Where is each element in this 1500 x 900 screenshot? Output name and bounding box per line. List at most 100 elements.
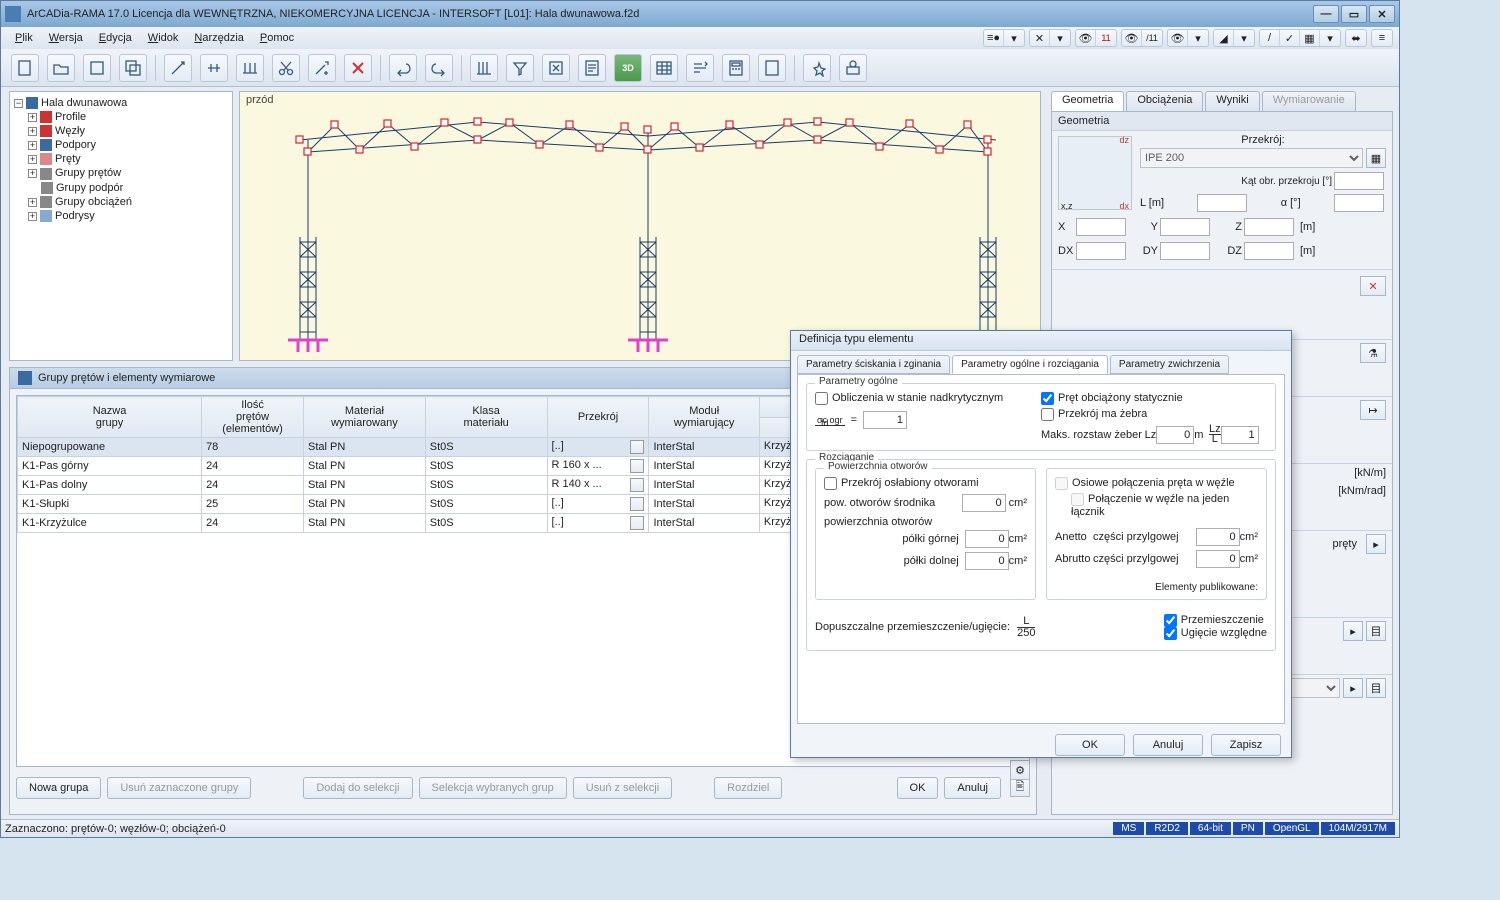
redo-button[interactable] xyxy=(425,54,453,82)
dialog-ok-button[interactable]: OK xyxy=(1055,734,1125,756)
tree-item[interactable]: Grupy podpór xyxy=(56,182,123,194)
single-conn-check[interactable]: Połączenie w węźle na jeden łącznik xyxy=(1071,493,1258,518)
select-groups-button[interactable]: Selekcja wybranych grup xyxy=(419,777,567,799)
section-select[interactable]: IPE 200 xyxy=(1140,148,1363,168)
tool-settings[interactable] xyxy=(803,54,831,82)
remove-selection-button[interactable]: Usuń z selekcji xyxy=(573,777,672,799)
view-toggle-7[interactable]: / xyxy=(1260,30,1280,46)
expand-icon[interactable]: + xyxy=(28,113,37,122)
holes-check[interactable]: Przekrój osłabiony otworami xyxy=(824,478,979,489)
tree-item[interactable]: Pręty xyxy=(55,153,81,165)
deflection-check[interactable]: Ugięcie względne xyxy=(1164,628,1267,639)
menu-pomoc[interactable]: Pomoc xyxy=(252,30,302,46)
view-toggle-6-dd[interactable]: ▾ xyxy=(1234,30,1254,46)
view-toggle-8[interactable]: ⬌ xyxy=(1346,30,1366,46)
minimize-button[interactable]: — xyxy=(1313,5,1339,23)
open-file-button[interactable] xyxy=(47,54,75,82)
cell-edit-button[interactable] xyxy=(630,459,644,473)
view-toggle-1-dd[interactable]: ▾ xyxy=(1004,30,1024,46)
z-input[interactable] xyxy=(1244,218,1294,236)
model-viewport[interactable]: przód xyxy=(239,91,1041,361)
dtab-2[interactable]: Parametry ogólne i rozciągania xyxy=(952,355,1108,374)
list-button-2[interactable]: 目 xyxy=(1366,621,1386,641)
cell-edit-button[interactable] xyxy=(630,516,644,530)
menu-wersja[interactable]: Wersja xyxy=(41,30,91,46)
cell-edit-button[interactable] xyxy=(630,440,644,454)
dtab-3[interactable]: Parametry zwichrzenia xyxy=(1110,355,1229,374)
save-as-button[interactable] xyxy=(119,54,147,82)
view-toggle-4-sub[interactable]: /11 xyxy=(1142,30,1162,46)
delete-red-button[interactable]: ✕ xyxy=(1360,276,1386,296)
expand-icon[interactable]: + xyxy=(28,127,37,136)
tab-wymiarowanie[interactable]: Wymiarowanie xyxy=(1262,91,1356,111)
supercrit-check[interactable]: Obliczenia w stanie nadkrytycznym xyxy=(815,393,1003,404)
cancel-button[interactable]: Anuluj xyxy=(944,777,1001,799)
tree-item[interactable]: Profile xyxy=(55,111,86,123)
dialog-save-button[interactable]: Zapisz xyxy=(1211,734,1281,756)
tool-support[interactable] xyxy=(236,54,264,82)
dy-input[interactable] xyxy=(1160,242,1210,260)
bot-flange-input[interactable] xyxy=(965,552,1009,570)
web-holes-input[interactable] xyxy=(962,494,1006,512)
dialog-cancel-button[interactable]: Anuluj xyxy=(1133,734,1203,756)
tab-wyniki[interactable]: Wyniki xyxy=(1205,91,1259,111)
tool-loads[interactable] xyxy=(542,54,570,82)
save-button[interactable] xyxy=(83,54,111,82)
view-toggle-7b[interactable]: ✓ xyxy=(1280,30,1300,46)
view-toggle-3[interactable]: 👁 xyxy=(1076,30,1096,46)
ratio-input[interactable] xyxy=(863,411,907,429)
y-input[interactable] xyxy=(1160,218,1210,236)
view-toggle-6[interactable]: ◢ xyxy=(1214,30,1234,46)
tool-table[interactable] xyxy=(650,54,678,82)
list-button[interactable]: ▸ xyxy=(1343,621,1363,641)
expand-icon[interactable]: − xyxy=(14,99,23,108)
ribs-check[interactable]: Przekrój ma żebra xyxy=(1041,408,1147,421)
displacement-check[interactable]: Przemieszczenie xyxy=(1164,615,1264,626)
tree-item[interactable]: Grupy prętów xyxy=(55,167,121,179)
cell-edit-button[interactable] xyxy=(630,497,644,511)
tool-member[interactable] xyxy=(200,54,228,82)
split-button[interactable]: Rozdziel xyxy=(714,777,782,799)
tree-root[interactable]: Hala dwunawowa xyxy=(41,97,127,109)
dz-input[interactable] xyxy=(1244,242,1294,260)
tool-cut[interactable] xyxy=(272,54,300,82)
new-file-button[interactable] xyxy=(11,54,39,82)
group-button[interactable]: ▸ xyxy=(1343,678,1363,698)
export-button[interactable]: 🖹 xyxy=(1010,777,1030,797)
view-toggle-3-sup[interactable]: 11 xyxy=(1096,30,1116,46)
cell-edit-button[interactable] xyxy=(630,478,644,492)
flask-button[interactable]: ⚗ xyxy=(1360,343,1386,363)
l-input[interactable] xyxy=(1197,194,1247,212)
tool-delete[interactable] xyxy=(344,54,372,82)
lzl-input[interactable] xyxy=(1221,426,1259,444)
anetto-input[interactable] xyxy=(1196,528,1240,546)
undo-button[interactable] xyxy=(389,54,417,82)
ok-button[interactable]: OK xyxy=(897,777,939,799)
tree-item[interactable]: Węzły xyxy=(55,125,85,137)
expand-icon[interactable]: + xyxy=(28,141,37,150)
axial-check[interactable]: Osiowe połączenia pręta w węźle xyxy=(1055,478,1235,489)
view-toggle-7-dd[interactable]: ▾ xyxy=(1320,30,1340,46)
tool-3d[interactable]: 3D xyxy=(614,54,642,82)
expand-icon[interactable]: + xyxy=(28,198,37,207)
alpha-input[interactable] xyxy=(1334,194,1384,212)
tree-item[interactable]: Grupy obciążeń xyxy=(55,196,132,208)
tool-filter[interactable] xyxy=(506,54,534,82)
abrutto-input[interactable] xyxy=(1196,550,1240,568)
group-button-2[interactable]: 目 xyxy=(1366,678,1386,698)
menu-narzedzia[interactable]: Narzędzia xyxy=(186,30,252,46)
tool-calc[interactable] xyxy=(722,54,750,82)
tool-node[interactable] xyxy=(164,54,192,82)
x-input[interactable] xyxy=(1076,218,1126,236)
new-group-button[interactable]: Nowa grupa xyxy=(16,777,101,799)
tool-align[interactable] xyxy=(686,54,714,82)
project-tree[interactable]: −Hala dwunawowa +Profile +Węzły +Podpory… xyxy=(9,91,233,361)
extra-button[interactable]: ⚙ xyxy=(1010,760,1030,780)
dx-input[interactable] xyxy=(1076,242,1126,260)
section-edit-button[interactable]: ▦ xyxy=(1366,148,1386,168)
view-toggle-7c[interactable]: ▦ xyxy=(1300,30,1320,46)
expand-icon[interactable]: + xyxy=(28,169,37,178)
view-toggle-5-dd[interactable]: ▾ xyxy=(1188,30,1208,46)
bars-button[interactable]: ▸ xyxy=(1366,534,1386,554)
close-button[interactable]: ✕ xyxy=(1369,5,1395,23)
